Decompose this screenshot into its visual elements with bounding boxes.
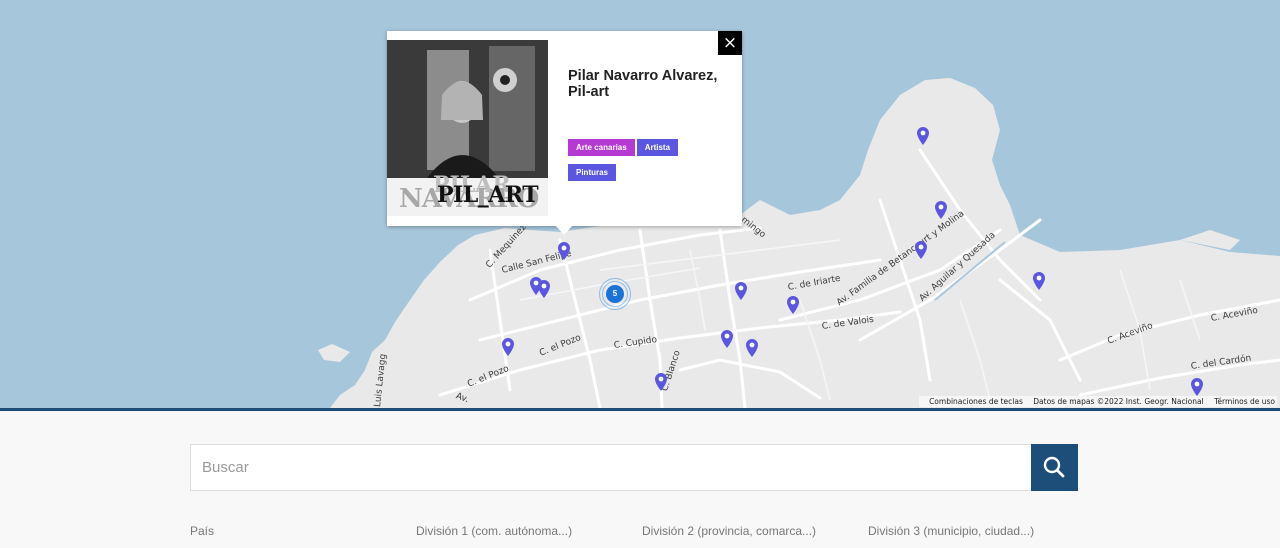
map-pin-icon [502,338,514,356]
popup-title[interactable]: Pilar Navarro Alvarez, Pil-art [568,68,728,100]
filter-division-3[interactable]: División 3 (municipio, ciudad...) [868,524,1034,538]
map-pin[interactable] [1191,378,1203,396]
terms-link[interactable]: Términos de uso [1214,397,1275,406]
artist-photo: NAVARRO PILAR PIL_ART [387,40,548,216]
map-pin[interactable] [915,241,927,259]
info-popup: NAVARRO PILAR PIL_ART × Pilar Navarro Al… [387,31,742,235]
map-pin-icon [787,296,799,314]
cluster-count: 5 [606,285,624,303]
search-icon [1043,456,1065,478]
tag-artista[interactable]: Artista [636,139,679,156]
tag-arte-canarias[interactable]: Arte canarias [568,139,635,156]
map-pin[interactable] [721,330,733,348]
map-pin[interactable] [735,282,747,300]
tag-pinturas[interactable]: Pinturas [568,164,617,181]
search-button[interactable] [1031,444,1078,491]
map-pin[interactable] [746,339,758,357]
keyboard-shortcuts-link[interactable]: Combinaciones de teclas [929,397,1023,406]
search-input[interactable] [191,445,1031,490]
map-pin[interactable] [502,338,514,356]
map[interactable]: Calle San Felipe C. Mequinez C. el Pozo C. … [0,0,1280,408]
map-pin[interactable] [558,242,570,260]
map-pin-icon [746,339,758,357]
close-popup-button[interactable]: × [718,31,742,55]
map-pin[interactable] [935,201,947,219]
search-field[interactable] [190,444,1032,491]
map-pin[interactable] [655,373,667,391]
map-pin-icon [915,241,927,259]
filter-pais[interactable]: País [190,524,214,538]
filter-division-1[interactable]: División 1 (com. autónoma...) [416,524,572,538]
map-pin-icon [935,201,947,219]
map-pin-icon [1191,378,1203,396]
map-pin-icon [721,330,733,348]
map-pin[interactable] [917,127,929,145]
map-pin-icon [917,127,929,145]
map-data-credit: Datos de mapas ©2022 Inst. Geogr. Nacion… [1033,397,1204,406]
map-pin-icon [655,373,667,391]
map-pin-icon [558,242,570,260]
photo-logo: PIL_ART [437,182,539,208]
popup-tags: Arte canarias Artista Pinturas [568,137,718,187]
filter-division-2[interactable]: División 2 (provincia, comarca...) [642,524,816,538]
map-pin[interactable] [538,280,550,298]
map-pin[interactable] [1033,272,1045,290]
map-pin-icon [1033,272,1045,290]
map-pin[interactable] [787,296,799,314]
map-pin-icon [735,282,747,300]
map-attribution: Combinaciones de teclas Datos de mapas ©… [919,396,1277,407]
map-pin-icon [538,280,550,298]
close-icon: × [722,33,738,53]
marker-cluster[interactable]: 5 [599,278,631,310]
search-section: País División 1 (com. autónoma...) Divis… [0,411,1280,548]
